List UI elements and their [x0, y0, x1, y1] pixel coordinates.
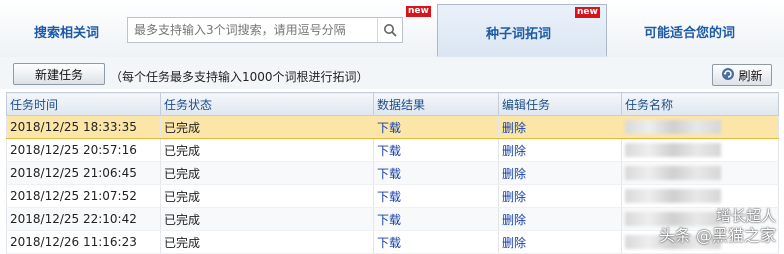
- task-status: 已完成: [160, 184, 374, 208]
- tab-suggested-words[interactable]: 可能适合您的词: [644, 22, 735, 41]
- tab-bar: 搜索相关词 new 种子词拓词 new 可能适合您的词: [0, 0, 784, 58]
- col-data-result[interactable]: 数据结果: [373, 92, 499, 116]
- delete-link[interactable]: 删除: [502, 144, 526, 158]
- task-name-redacted: [625, 166, 721, 181]
- search-icon[interactable]: [377, 18, 402, 42]
- table-row[interactable]: 2018/12/25 20:57:16 已完成 下载 删除: [6, 138, 779, 162]
- search-field[interactable]: [127, 17, 403, 43]
- tab-seed-words[interactable]: 种子词拓词 new: [437, 4, 607, 57]
- col-task-time[interactable]: 任务时间: [6, 92, 161, 116]
- col-edit-task[interactable]: 编辑任务: [498, 92, 622, 116]
- new-badge-search: new: [406, 6, 431, 17]
- task-status: 已完成: [160, 115, 374, 139]
- tab-seed-words-label: 种子词拓词: [486, 27, 552, 42]
- refresh-button[interactable]: 刷新: [712, 64, 772, 86]
- download-link[interactable]: 下载: [377, 144, 401, 158]
- download-link[interactable]: 下载: [377, 236, 401, 250]
- delete-link[interactable]: 删除: [502, 236, 526, 250]
- table-row[interactable]: 2018/12/25 21:06:45 已完成 下载 删除: [6, 161, 779, 185]
- table-row[interactable]: 2018/12/25 18:33:35 已完成 下载 删除: [6, 115, 779, 139]
- delete-link[interactable]: 删除: [502, 190, 526, 204]
- task-status: 已完成: [160, 230, 374, 254]
- task-status: 已完成: [160, 161, 374, 185]
- task-status: 已完成: [160, 138, 374, 162]
- delete-link[interactable]: 删除: [502, 213, 526, 227]
- task-time: 2018/12/25 20:57:16: [6, 138, 161, 162]
- col-task-status[interactable]: 任务状态: [160, 92, 374, 116]
- delete-link[interactable]: 删除: [502, 167, 526, 181]
- task-name-redacted: [625, 120, 721, 135]
- task-status: 已完成: [160, 207, 374, 231]
- task-name-redacted: [625, 143, 721, 158]
- tab-search-related[interactable]: 搜索相关词: [34, 22, 99, 41]
- watermark-line1: 增长超人: [715, 207, 776, 225]
- delete-link[interactable]: 删除: [502, 121, 526, 135]
- new-badge-seed: new: [575, 7, 600, 18]
- watermark: 增长超人 头条 @黑猫之家: [659, 206, 776, 246]
- task-time: 2018/12/25 21:07:52: [6, 184, 161, 208]
- task-hint: （每个任务最多支持输入1000个词根进行拓词）: [110, 70, 369, 84]
- search-input[interactable]: [128, 18, 386, 42]
- new-task-label: 新建任务: [34, 67, 83, 82]
- download-link[interactable]: 下载: [377, 121, 401, 135]
- watermark-line2: 头条 @黑猫之家: [658, 226, 776, 245]
- task-time: 2018/12/25 18:33:35: [6, 115, 161, 139]
- download-link[interactable]: 下载: [377, 213, 401, 227]
- download-link[interactable]: 下载: [377, 190, 401, 204]
- refresh-label: 刷新: [738, 68, 763, 83]
- table-row[interactable]: 2018/12/25 21:07:52 已完成 下载 删除: [6, 184, 779, 208]
- col-task-name[interactable]: 任务名称: [621, 92, 779, 116]
- table-header: 任务时间 任务状态 数据结果 编辑任务 任务名称: [6, 92, 779, 116]
- refresh-icon: [721, 67, 735, 84]
- task-time: 2018/12/25 22:10:42: [6, 207, 161, 231]
- task-name-redacted: [625, 189, 721, 204]
- new-task-button[interactable]: 新建任务: [13, 63, 105, 85]
- task-time: 2018/12/26 11:16:23: [6, 230, 161, 254]
- task-time: 2018/12/25 21:06:45: [6, 161, 161, 185]
- download-link[interactable]: 下载: [377, 167, 401, 181]
